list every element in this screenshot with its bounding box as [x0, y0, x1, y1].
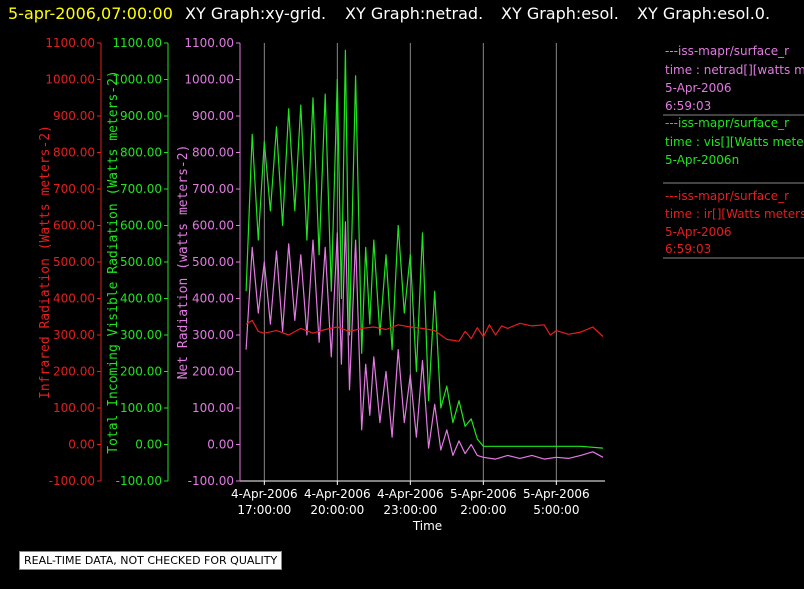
y-tick-label: 700.00: [192, 182, 234, 196]
y-tick-label: 700.00: [53, 182, 95, 196]
header-graph-netrad: XY Graph:netrad.: [345, 4, 483, 23]
y-tick-label: 500.00: [120, 255, 162, 269]
y-tick-label: 400.00: [120, 292, 162, 306]
legend-entry-ir: ---iss-mapr/surface_r time : ir[][Watts …: [665, 189, 804, 256]
y-tick-label: 500.00: [192, 255, 234, 269]
x-tick-label: 5-Apr-2006: [523, 487, 590, 501]
y-tick-label: 900.00: [120, 109, 162, 123]
y-tick-label: 400.00: [53, 292, 95, 306]
legend-ir-line3: 5-Apr-2006: [665, 225, 732, 239]
x-tick-label: 23:00:00: [383, 503, 437, 517]
legend-ir-line4: 6:59:03: [665, 242, 711, 256]
x-tick-label: 5:00:00: [533, 503, 579, 517]
series-line-ir: [245, 319, 604, 342]
x-tick-label: 4-Apr-2006: [377, 487, 444, 501]
radiation-chart: 5-apr-2006,07:00:00 XY Graph:xy-grid. XY…: [8, 4, 804, 533]
x-axis-label: Time: [412, 519, 442, 533]
legend-netrad-line4: 6:59:03: [665, 99, 711, 113]
y-tick-label: 400.00: [192, 292, 234, 306]
plot-area: [245, 49, 604, 460]
legend-netrad-line2: time : netrad[][watts me: [665, 63, 804, 77]
header-timestamp: 5-apr-2006,07:00:00: [8, 4, 173, 23]
header-graph-esol: XY Graph:esol.: [501, 4, 619, 23]
y-tick-label: 800.00: [120, 146, 162, 160]
y-tick-label: 600.00: [120, 219, 162, 233]
y-tick-label: -100.00: [116, 474, 162, 488]
x-tick-label: 20:00:00: [310, 503, 364, 517]
legend-ir-line1: ---iss-mapr/surface_r: [665, 189, 789, 203]
y-axis-title: Total Incoming Visible Radiation (Watts …: [106, 70, 121, 454]
legend-entry-vis: ---iss-mapr/surface_r time : vis[][Watts…: [665, 116, 804, 167]
legend-entry-netrad: ---iss-mapr/surface_r time : netrad[][wa…: [665, 44, 804, 113]
legend-vis-line3: 5-Apr-2006n: [665, 153, 739, 167]
legend-ir-line2: time : ir[][Watts meters: [665, 207, 804, 221]
x-tick-label: 17:00:00: [237, 503, 291, 517]
x-tick-label: 2:00:00: [460, 503, 506, 517]
y-tick-label: -100.00: [49, 474, 95, 488]
legend-netrad-line1: ---iss-mapr/surface_r: [665, 44, 789, 58]
y-tick-label: 900.00: [192, 109, 234, 123]
y-tick-label: 1100.00: [184, 36, 234, 50]
y-tick-label: 100.00: [53, 401, 95, 415]
y-tick-label: 700.00: [120, 182, 162, 196]
y-tick-label: 0.00: [68, 438, 95, 452]
y-tick-label: 0.00: [135, 438, 162, 452]
legend: ---iss-mapr/surface_r time : netrad[][wa…: [663, 44, 804, 259]
y-tick-label: 200.00: [120, 365, 162, 379]
y-tick-label: 100.00: [192, 401, 234, 415]
y-tick-label: 300.00: [120, 328, 162, 342]
y-tick-label: 300.00: [53, 328, 95, 342]
y-tick-label: 1100.00: [112, 36, 162, 50]
y-tick-label: 800.00: [192, 146, 234, 160]
y-tick-label: 100.00: [120, 401, 162, 415]
quality-notice: REAL-TIME DATA, NOT CHECKED FOR QUALITY: [19, 551, 283, 570]
series-line-netrad: [245, 221, 604, 460]
x-tick-label: 5-Apr-2006: [450, 487, 517, 501]
y-tick-label: 800.00: [53, 146, 95, 160]
header: 5-apr-2006,07:00:00 XY Graph:xy-grid. XY…: [8, 4, 770, 23]
y-tick-label: 600.00: [53, 219, 95, 233]
y-tick-label: 500.00: [53, 255, 95, 269]
y-tick-label: 200.00: [192, 365, 234, 379]
y-tick-label: 200.00: [53, 365, 95, 379]
legend-vis-line1: ---iss-mapr/surface_r: [665, 116, 789, 130]
legend-vis-line2: time : vis[][Watts mete: [665, 135, 804, 149]
y-tick-label: 1000.00: [184, 73, 234, 87]
y-tick-label: 0.00: [207, 438, 234, 452]
y-tick-label: 900.00: [53, 109, 95, 123]
y-tick-label: 300.00: [192, 328, 234, 342]
legend-netrad-line3: 5-Apr-2006: [665, 81, 732, 95]
y-tick-label: 1000.00: [45, 73, 95, 87]
y-axis-title: Infrared Radiation (Watts meters-2): [38, 125, 53, 399]
y-tick-label: 600.00: [192, 219, 234, 233]
header-graph-esol0: XY Graph:esol.0.: [637, 4, 770, 23]
y-tick-label: 1100.00: [45, 36, 95, 50]
y-tick-label: -100.00: [188, 474, 234, 488]
x-tick-label: 4-Apr-2006: [231, 487, 298, 501]
x-tick-label: 4-Apr-2006: [304, 487, 371, 501]
y-axis-title: Net Radiation (watts meters-2): [176, 145, 191, 380]
header-graph-xy-grid: XY Graph:xy-grid.: [185, 4, 326, 23]
